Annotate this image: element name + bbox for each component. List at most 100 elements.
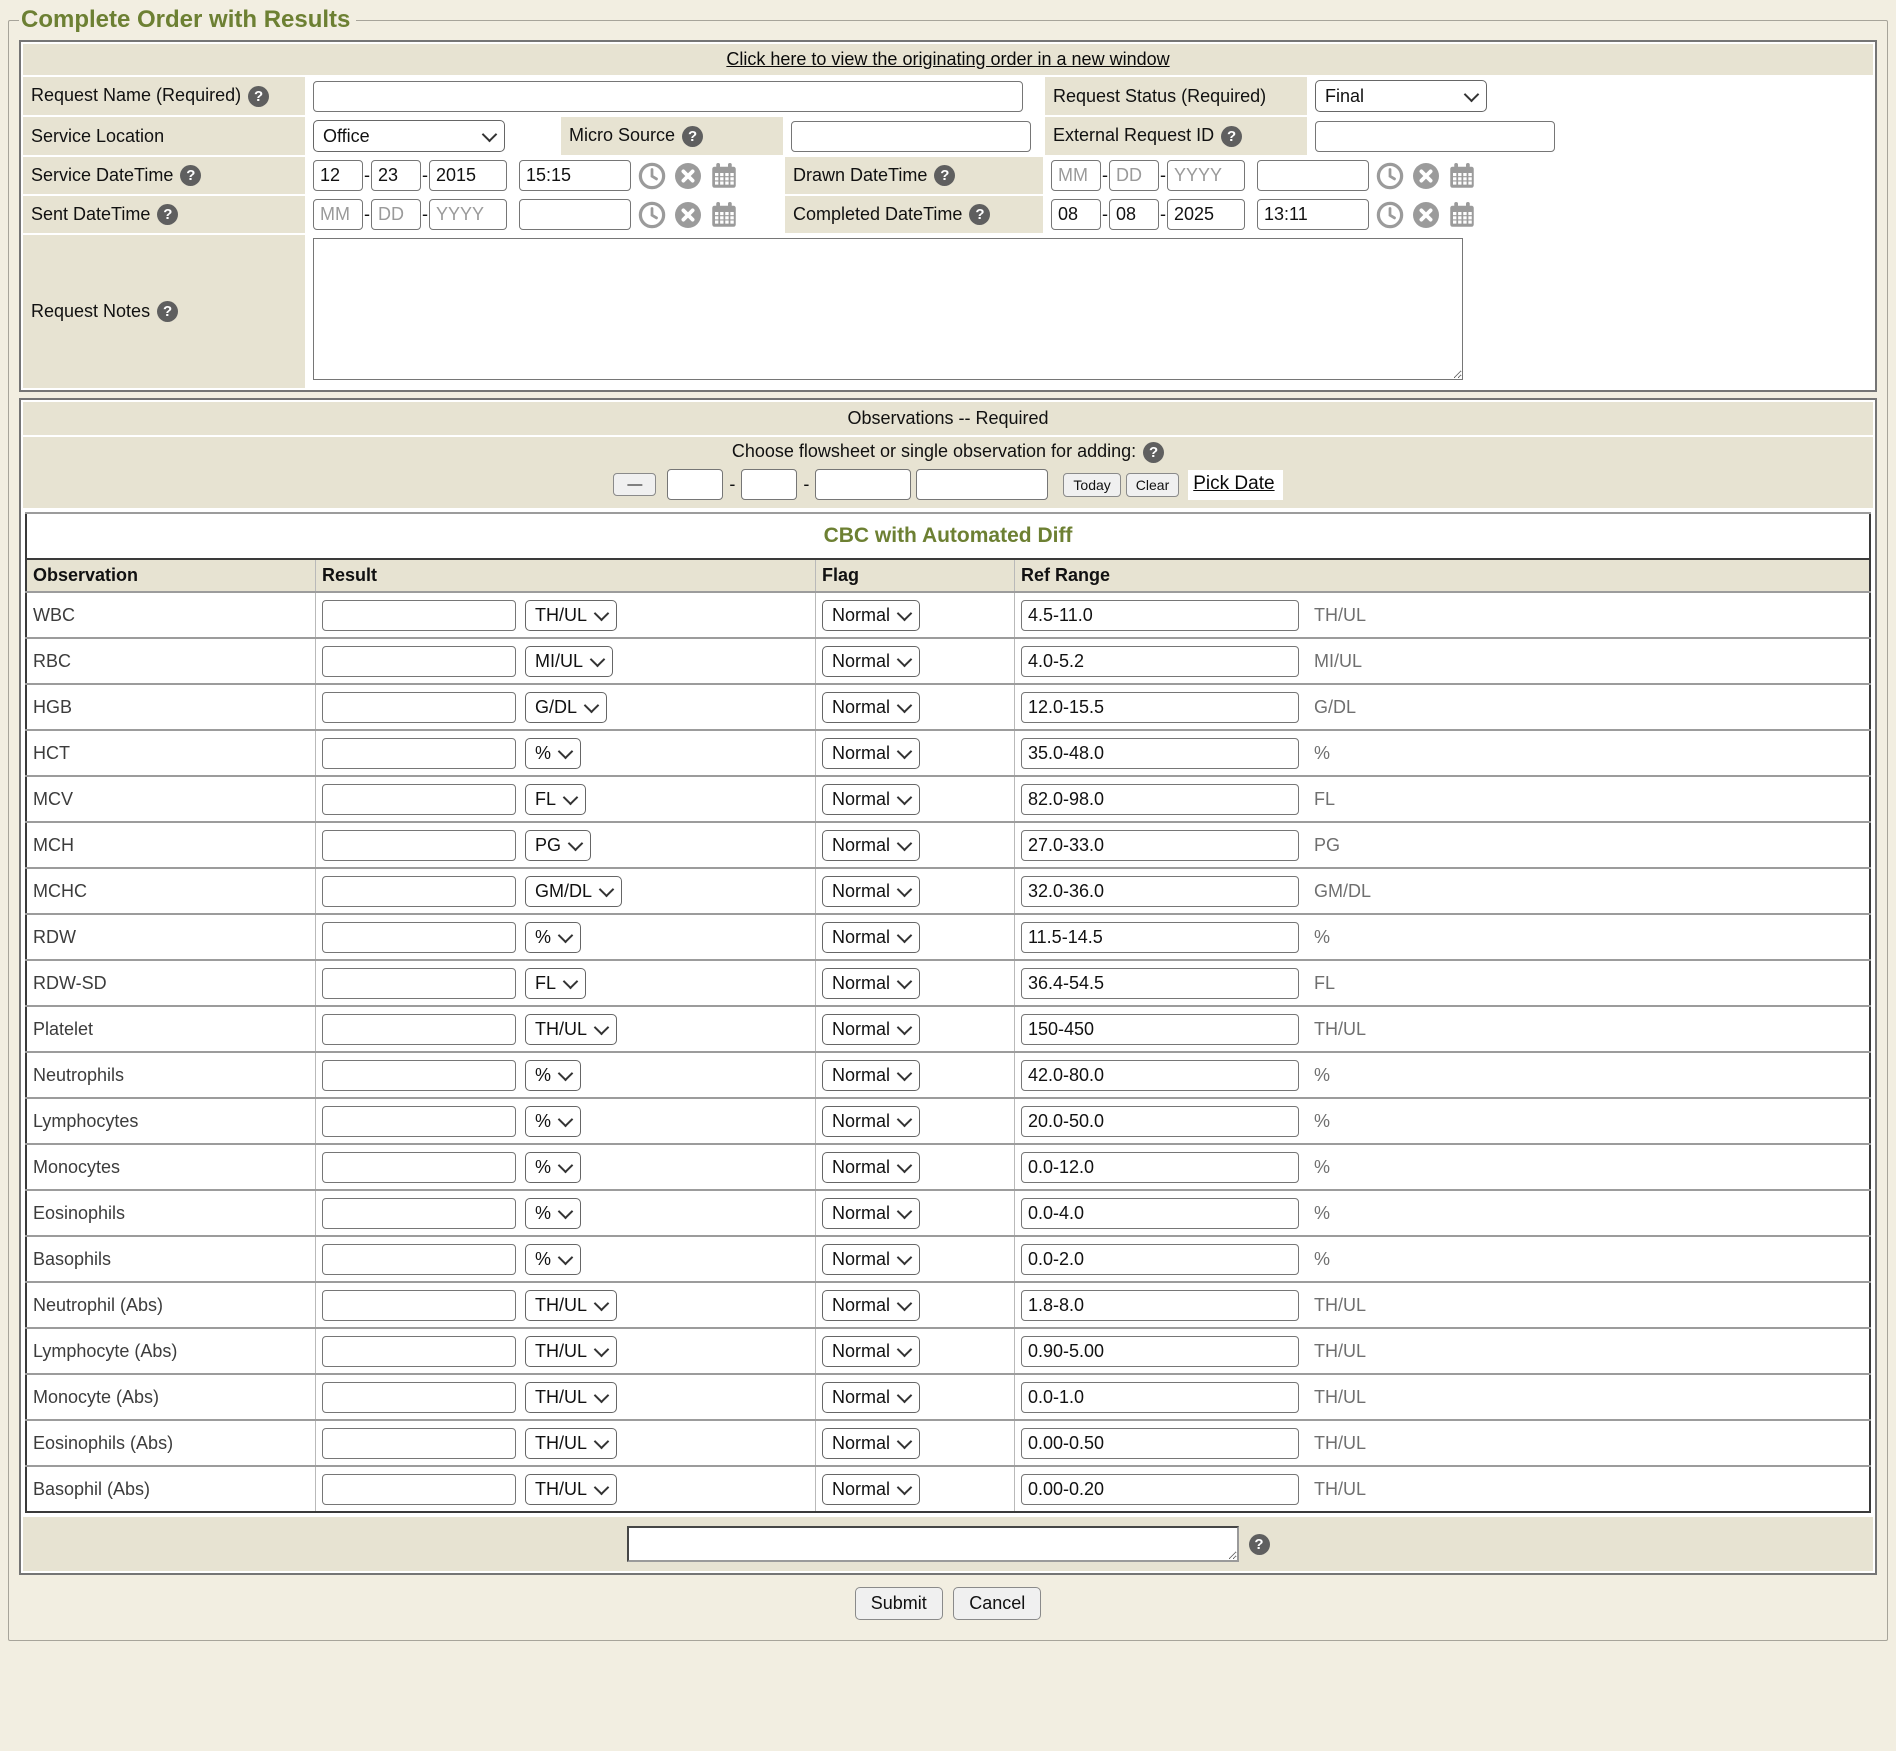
service-datetime-month-input[interactable]	[313, 160, 363, 191]
drawn-datetime-month-input[interactable]	[1051, 160, 1101, 191]
ref-range-input-17[interactable]	[1021, 1382, 1299, 1413]
completed-datetime-day-input[interactable]	[1109, 199, 1159, 230]
request-status-select[interactable]: Final	[1315, 80, 1487, 112]
ref-range-input-1[interactable]	[1021, 646, 1299, 677]
sent-datetime-month-input[interactable]	[313, 199, 363, 230]
flag-select-4[interactable]: Normal	[822, 784, 920, 815]
help-icon[interactable]: ?	[1221, 126, 1242, 147]
result-input-15[interactable]	[322, 1290, 516, 1321]
result-unit-select-16[interactable]: TH/UL	[525, 1336, 617, 1367]
flag-select-12[interactable]: Normal	[822, 1152, 920, 1183]
calendar-icon[interactable]	[709, 200, 739, 230]
result-input-1[interactable]	[322, 646, 516, 677]
help-icon[interactable]: ?	[157, 301, 178, 322]
flag-select-8[interactable]: Normal	[822, 968, 920, 999]
result-unit-select-6[interactable]: GM/DL	[525, 876, 622, 907]
result-input-10[interactable]	[322, 1060, 516, 1091]
clear-datetime-icon[interactable]	[1411, 200, 1441, 230]
clock-icon[interactable]	[637, 161, 667, 191]
ref-range-input-14[interactable]	[1021, 1244, 1299, 1275]
ref-range-input-8[interactable]	[1021, 968, 1299, 999]
result-input-19[interactable]	[322, 1474, 516, 1505]
flag-select-14[interactable]: Normal	[822, 1244, 920, 1275]
ref-range-input-0[interactable]	[1021, 600, 1299, 631]
flag-select-16[interactable]: Normal	[822, 1336, 920, 1367]
completed-datetime-time-input[interactable]	[1257, 199, 1369, 230]
result-unit-select-1[interactable]: MI/UL	[525, 646, 613, 677]
flag-select-5[interactable]: Normal	[822, 830, 920, 861]
flowsheet-day-input[interactable]	[741, 469, 797, 500]
ref-range-input-19[interactable]	[1021, 1474, 1299, 1505]
sent-datetime-year-input[interactable]	[429, 199, 507, 230]
ref-range-input-6[interactable]	[1021, 876, 1299, 907]
flag-select-9[interactable]: Normal	[822, 1014, 920, 1045]
drawn-datetime-time-input[interactable]	[1257, 160, 1369, 191]
flag-select-6[interactable]: Normal	[822, 876, 920, 907]
flag-select-2[interactable]: Normal	[822, 692, 920, 723]
flag-select-7[interactable]: Normal	[822, 922, 920, 953]
service-datetime-year-input[interactable]	[429, 160, 507, 191]
result-unit-select-12[interactable]: %	[525, 1152, 581, 1183]
help-icon[interactable]: ?	[180, 165, 201, 186]
observation-note-textarea[interactable]	[627, 1526, 1239, 1562]
result-input-3[interactable]	[322, 738, 516, 769]
help-icon[interactable]: ?	[934, 165, 955, 186]
flowsheet-time-input[interactable]	[916, 469, 1048, 500]
help-icon[interactable]: ?	[969, 204, 990, 225]
service-location-select[interactable]: Office	[313, 120, 505, 152]
flag-select-17[interactable]: Normal	[822, 1382, 920, 1413]
flag-select-1[interactable]: Normal	[822, 646, 920, 677]
result-unit-select-7[interactable]: %	[525, 922, 581, 953]
result-input-16[interactable]	[322, 1336, 516, 1367]
help-icon[interactable]: ?	[248, 86, 269, 107]
result-input-18[interactable]	[322, 1428, 516, 1459]
result-input-7[interactable]	[322, 922, 516, 953]
result-input-12[interactable]	[322, 1152, 516, 1183]
external-request-id-input[interactable]	[1315, 121, 1555, 152]
flag-select-3[interactable]: Normal	[822, 738, 920, 769]
result-input-8[interactable]	[322, 968, 516, 999]
service-datetime-day-input[interactable]	[371, 160, 421, 191]
flag-select-19[interactable]: Normal	[822, 1474, 920, 1505]
completed-datetime-month-input[interactable]	[1051, 199, 1101, 230]
help-icon[interactable]: ?	[682, 126, 703, 147]
flowsheet-month-input[interactable]	[667, 469, 723, 500]
service-datetime-time-input[interactable]	[519, 160, 631, 191]
clear-datetime-icon[interactable]	[673, 200, 703, 230]
result-input-6[interactable]	[322, 876, 516, 907]
submit-button[interactable]: Submit	[855, 1587, 943, 1620]
micro-source-input[interactable]	[791, 121, 1031, 152]
result-input-5[interactable]	[322, 830, 516, 861]
pick-date-link[interactable]: Pick Date	[1193, 473, 1274, 494]
originating-order-link[interactable]: Click here to view the originating order…	[726, 49, 1169, 69]
ref-range-input-15[interactable]	[1021, 1290, 1299, 1321]
ref-range-input-2[interactable]	[1021, 692, 1299, 723]
flag-select-10[interactable]: Normal	[822, 1060, 920, 1091]
result-input-17[interactable]	[322, 1382, 516, 1413]
request-name-input[interactable]	[313, 81, 1023, 112]
result-unit-select-3[interactable]: %	[525, 738, 581, 769]
help-icon[interactable]: ?	[1249, 1534, 1270, 1555]
clear-button[interactable]: Clear	[1126, 473, 1179, 497]
result-unit-select-10[interactable]: %	[525, 1060, 581, 1091]
result-unit-select-18[interactable]: TH/UL	[525, 1428, 617, 1459]
ref-range-input-10[interactable]	[1021, 1060, 1299, 1091]
help-icon[interactable]: ?	[1143, 442, 1164, 463]
result-unit-select-9[interactable]: TH/UL	[525, 1014, 617, 1045]
result-input-0[interactable]	[322, 600, 516, 631]
ref-range-input-13[interactable]	[1021, 1198, 1299, 1229]
sent-datetime-time-input[interactable]	[519, 199, 631, 230]
result-unit-select-4[interactable]: FL	[525, 784, 586, 815]
ref-range-input-16[interactable]	[1021, 1336, 1299, 1367]
result-input-13[interactable]	[322, 1198, 516, 1229]
result-input-9[interactable]	[322, 1014, 516, 1045]
calendar-icon[interactable]	[709, 161, 739, 191]
result-unit-select-5[interactable]: PG	[525, 830, 591, 861]
flowsheet-year-input[interactable]	[815, 469, 911, 500]
clock-icon[interactable]	[1375, 161, 1405, 191]
today-button[interactable]: Today	[1063, 473, 1120, 497]
flag-select-0[interactable]: Normal	[822, 600, 920, 631]
flag-select-15[interactable]: Normal	[822, 1290, 920, 1321]
ref-range-input-18[interactable]	[1021, 1428, 1299, 1459]
completed-datetime-year-input[interactable]	[1167, 199, 1245, 230]
